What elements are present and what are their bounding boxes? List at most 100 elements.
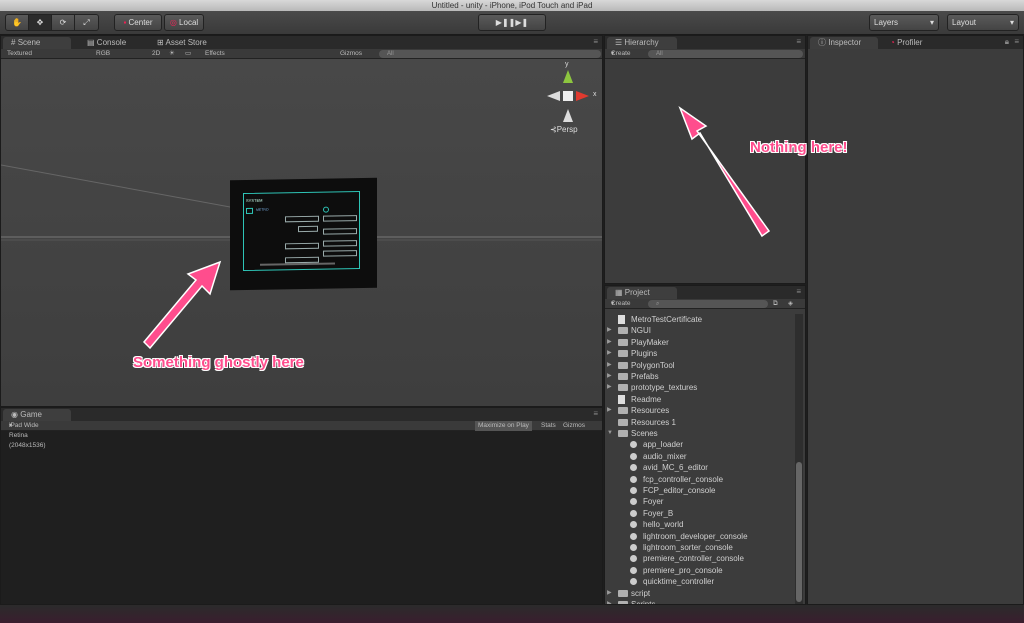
- tab-console[interactable]: ▤ Console: [79, 37, 139, 49]
- resolution-dropdown[interactable]: iPad Wide Retina (2048x1536) ▾: [9, 421, 46, 449]
- expand-arrow-icon[interactable]: ▶: [607, 337, 612, 348]
- project-item[interactable]: FCP_editor_console: [605, 485, 795, 496]
- project-item[interactable]: audio_mixer: [605, 451, 795, 462]
- ghost-ui-mockup[interactable]: SYSTEM METRO: [230, 177, 377, 291]
- hierarchy-tab-bar: ☰ Hierarchy ≡: [605, 36, 805, 49]
- project-item[interactable]: app_loader: [605, 439, 795, 450]
- scene-search-input[interactable]: All: [379, 50, 601, 58]
- project-item[interactable]: Foyer: [605, 496, 795, 507]
- project-item-label: audio_mixer: [643, 451, 687, 461]
- search-icon: ⌕: [656, 301, 660, 307]
- project-tree: MetroTestCertificate ▶ NGUI ▶ PlayMaker ▶ Plug…: [605, 314, 795, 604]
- pause-button[interactable]: ❚❚: [502, 18, 515, 27]
- filter-by-label-icon[interactable]: ◈: [788, 299, 793, 309]
- audio-toggle-icon[interactable]: ▭: [185, 49, 191, 59]
- expand-arrow-icon[interactable]: ▶: [607, 405, 612, 416]
- project-item[interactable]: quicktime_controller: [605, 576, 795, 587]
- panel-menu-icon[interactable]: ≡: [593, 37, 598, 46]
- step-button[interactable]: ▶❚: [515, 18, 528, 27]
- expand-arrow-icon[interactable]: ▶: [607, 360, 612, 371]
- project-item-label: prototype_textures: [631, 383, 698, 393]
- project-item[interactable]: Readme: [605, 394, 795, 405]
- project-search-input[interactable]: ⌕: [648, 300, 768, 308]
- tab-project[interactable]: ▦ Project: [607, 287, 677, 299]
- project-item-label: Resources 1: [631, 417, 676, 427]
- rotate-tool-icon[interactable]: ⟳: [52, 15, 75, 30]
- shading-mode-dropdown[interactable]: Textured: [7, 49, 32, 59]
- project-item[interactable]: ▼ Scenes: [605, 428, 795, 439]
- project-item[interactable]: ▶ Plugins: [605, 348, 795, 359]
- project-item[interactable]: premiere_controller_console: [605, 553, 795, 564]
- expand-arrow-icon[interactable]: ▶: [607, 325, 612, 336]
- project-item[interactable]: Resources 1: [605, 417, 795, 428]
- layers-dropdown[interactable]: Layers ▾: [869, 14, 939, 31]
- project-scrollbar[interactable]: [795, 314, 803, 604]
- project-item[interactable]: ▶ PolygonTool: [605, 360, 795, 371]
- project-item[interactable]: ▶ prototype_textures: [605, 382, 795, 393]
- tab-hierarchy[interactable]: ☰ Hierarchy: [607, 37, 677, 49]
- pivot-toggle-button[interactable]: ▪ Center: [114, 14, 162, 31]
- lock-icon[interactable]: 🔒︎: [1005, 37, 1009, 47]
- expand-arrow-icon[interactable]: ▶: [607, 348, 612, 359]
- move-tool-icon[interactable]: ✥: [29, 15, 52, 30]
- effects-dropdown[interactable]: Effects: [205, 49, 225, 59]
- scene-tab-icon: #: [11, 38, 16, 47]
- expand-arrow-icon[interactable]: ▶: [607, 371, 612, 382]
- gizmo-x-label: x: [593, 91, 597, 98]
- collapse-arrow-icon[interactable]: ▼: [607, 428, 613, 439]
- project-item[interactable]: avid_MC_6_editor: [605, 462, 795, 473]
- perspective-toggle[interactable]: ⊰Persp: [550, 125, 578, 134]
- layers-label: Layers: [874, 18, 899, 27]
- game-gizmos-dropdown[interactable]: Gizmos: [563, 421, 585, 431]
- project-item[interactable]: fcp_controller_console: [605, 474, 795, 485]
- unity-scene-icon: [630, 544, 637, 551]
- hand-tool-icon[interactable]: ✋: [6, 15, 29, 30]
- panel-menu-icon[interactable]: ≡: [796, 37, 801, 46]
- project-item[interactable]: premiere_pro_console: [605, 565, 795, 576]
- project-item-label: premiere_pro_console: [643, 565, 723, 575]
- tab-inspector[interactable]: ⓘ Inspector: [810, 37, 878, 49]
- hierarchy-create-label: Create: [611, 50, 631, 57]
- tab-game[interactable]: ◉ Game: [3, 409, 71, 421]
- space-toggle-button[interactable]: ◎ Local: [164, 14, 204, 31]
- project-item[interactable]: Foyer_B: [605, 508, 795, 519]
- project-item[interactable]: hello_world: [605, 519, 795, 530]
- panel-menu-icon[interactable]: ≡: [593, 409, 598, 418]
- panel-menu-icon[interactable]: ≡: [1014, 37, 1019, 46]
- panel-menu-icon[interactable]: ≡: [796, 287, 801, 296]
- 2d-toggle-button[interactable]: 2D: [152, 49, 160, 59]
- render-mode-dropdown[interactable]: RGB: [96, 49, 110, 59]
- maximize-on-play-toggle[interactable]: Maximize on Play: [475, 421, 532, 431]
- project-item[interactable]: ▶ PlayMaker: [605, 337, 795, 348]
- gizmos-dropdown[interactable]: Gizmos: [340, 49, 362, 59]
- tab-game-label: Game: [20, 410, 43, 419]
- scale-tool-icon[interactable]: ⤢: [75, 15, 98, 30]
- asset-store-tab-icon: ⊞: [157, 38, 164, 47]
- stats-toggle[interactable]: Stats: [541, 421, 556, 431]
- tab-console-label: Console: [96, 38, 127, 47]
- project-item[interactable]: ▶ Prefabs: [605, 371, 795, 382]
- tab-asset-store[interactable]: ⊞ Asset Store: [149, 37, 229, 49]
- project-create-label: Create: [611, 300, 631, 307]
- project-item[interactable]: ▶ script: [605, 588, 795, 599]
- tab-profiler[interactable]: ◔ Profiler: [882, 37, 942, 49]
- project-item[interactable]: ▶ Resources: [605, 405, 795, 416]
- folder-icon: [618, 384, 628, 392]
- project-item[interactable]: lightroom_sorter_console: [605, 542, 795, 553]
- expand-arrow-icon[interactable]: ▶: [607, 588, 612, 599]
- hierarchy-create-dropdown[interactable]: Create ▾: [611, 49, 631, 59]
- project-scrollbar-thumb[interactable]: [796, 462, 802, 602]
- hierarchy-search-input[interactable]: All: [648, 50, 803, 58]
- mockup-button: [285, 242, 319, 250]
- project-item[interactable]: lightroom_developer_console: [605, 531, 795, 542]
- hierarchy-panel: ☰ Hierarchy ≡ Create ▾ All: [604, 35, 806, 284]
- project-create-dropdown[interactable]: Create ▾: [611, 299, 631, 309]
- mockup-button: [323, 228, 357, 235]
- layout-dropdown[interactable]: Layout ▾: [947, 14, 1019, 31]
- tab-scene[interactable]: # Scene: [3, 37, 71, 49]
- expand-arrow-icon[interactable]: ▶: [607, 382, 612, 393]
- project-item[interactable]: ▶ NGUI: [605, 325, 795, 336]
- lighting-toggle-icon[interactable]: ☀: [169, 49, 175, 59]
- project-item[interactable]: MetroTestCertificate: [605, 314, 795, 325]
- filter-by-type-icon[interactable]: ⧉: [773, 299, 778, 309]
